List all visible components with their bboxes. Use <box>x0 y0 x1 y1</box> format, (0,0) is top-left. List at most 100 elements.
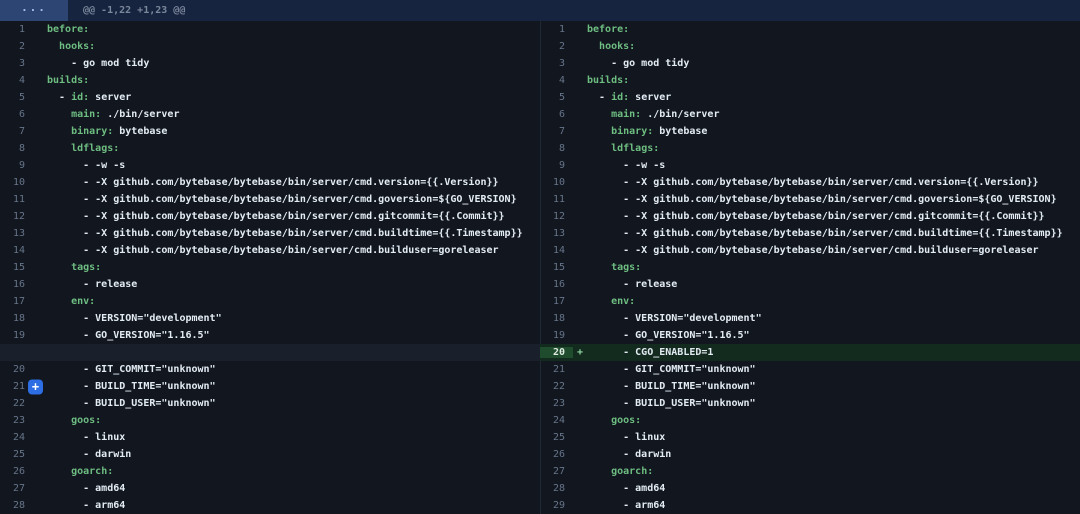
diff-row-old-26: 26 goarch: <box>0 463 540 480</box>
line-number[interactable]: 24 <box>0 432 33 443</box>
marker-cell <box>33 89 47 106</box>
marker-cell <box>33 446 47 463</box>
line-number[interactable]: 28 <box>540 483 573 494</box>
line-number[interactable]: 5 <box>0 92 33 103</box>
line-number[interactable]: 1 <box>0 24 33 35</box>
line-number[interactable]: 19 <box>540 330 573 341</box>
line-number[interactable]: 8 <box>540 143 573 154</box>
line-number[interactable]: 23 <box>540 398 573 409</box>
line-number[interactable]: 9 <box>540 160 573 171</box>
add-comment-button[interactable]: + <box>28 379 43 394</box>
line-number[interactable]: 5 <box>540 92 573 103</box>
line-number[interactable]: 3 <box>0 58 33 69</box>
code-line: goarch: <box>587 466 1080 477</box>
line-number[interactable]: 22 <box>540 381 573 392</box>
line-number[interactable]: 25 <box>0 449 33 460</box>
line-number[interactable]: 8 <box>0 143 33 154</box>
diff-row-new-8: 8 ldflags: <box>540 140 1080 157</box>
line-number[interactable]: 11 <box>540 194 573 205</box>
code-line: - -X github.com/bytebase/bytebase/bin/se… <box>587 194 1080 205</box>
line-number[interactable]: 27 <box>540 466 573 477</box>
line-number[interactable]: 3 <box>540 58 573 69</box>
code-line: - -X github.com/bytebase/bytebase/bin/se… <box>47 194 540 205</box>
marker-cell <box>33 191 47 208</box>
line-number[interactable]: 16 <box>0 279 33 290</box>
line-number[interactable]: 10 <box>0 177 33 188</box>
line-number[interactable]: 22 <box>0 398 33 409</box>
expand-hunk-button[interactable]: ... <box>0 0 68 21</box>
code-line: - arm64 <box>47 500 540 511</box>
marker-cell <box>573 395 587 412</box>
line-number[interactable]: 26 <box>540 449 573 460</box>
marker-cell <box>33 259 47 276</box>
marker-cell <box>33 480 47 497</box>
line-number[interactable]: 4 <box>540 75 573 86</box>
line-number[interactable]: 11 <box>0 194 33 205</box>
diff-row-new-22: 22 - BUILD_TIME="unknown" <box>540 378 1080 395</box>
marker-cell <box>573 106 587 123</box>
diff-row-old-27: 27 - amd64 <box>0 480 540 497</box>
code-line: - -w -s <box>47 160 540 171</box>
line-number[interactable]: 18 <box>540 313 573 324</box>
line-number[interactable]: 17 <box>540 296 573 307</box>
line-number[interactable]: 15 <box>540 262 573 273</box>
line-number[interactable]: 7 <box>0 126 33 137</box>
line-number[interactable]: 16 <box>540 279 573 290</box>
code-line: before: <box>587 24 1080 35</box>
marker-cell <box>33 72 47 89</box>
line-number[interactable]: 14 <box>0 245 33 256</box>
line-number[interactable]: 27 <box>0 483 33 494</box>
line-number[interactable]: 13 <box>540 228 573 239</box>
diff-row-new-9: 9 - -w -s <box>540 157 1080 174</box>
code-line: - go mod tidy <box>587 58 1080 69</box>
line-number[interactable]: 23 <box>0 415 33 426</box>
line-number[interactable]: 6 <box>540 109 573 120</box>
line-number[interactable]: 10 <box>540 177 573 188</box>
line-number[interactable]: 19 <box>0 330 33 341</box>
line-number[interactable]: 24 <box>540 415 573 426</box>
line-number[interactable]: 14 <box>540 245 573 256</box>
line-number[interactable]: 28 <box>0 500 33 511</box>
line-number[interactable]: 20 <box>540 347 573 358</box>
marker-cell <box>33 310 47 327</box>
diff-row-old-4: 4builds: <box>0 72 540 89</box>
marker-cell <box>33 395 47 412</box>
diff-row-old-2: 2 hooks: <box>0 38 540 55</box>
code-line: before: <box>47 24 540 35</box>
marker-cell <box>33 157 47 174</box>
line-number[interactable]: 29 <box>540 500 573 511</box>
marker-cell <box>573 310 587 327</box>
line-number[interactable]: 26 <box>0 466 33 477</box>
code-line: - BUILD_USER="unknown" <box>587 398 1080 409</box>
marker-cell <box>33 55 47 72</box>
line-number[interactable]: 4 <box>0 75 33 86</box>
diff-row-new-15: 15 tags: <box>540 259 1080 276</box>
diff-row-old-3: 3 - go mod tidy <box>0 55 540 72</box>
line-number[interactable]: 25 <box>540 432 573 443</box>
line-number[interactable]: 12 <box>540 211 573 222</box>
line-number[interactable]: 18 <box>0 313 33 324</box>
marker-cell <box>33 463 47 480</box>
line-number[interactable]: 7 <box>540 126 573 137</box>
line-number[interactable]: 6 <box>0 109 33 120</box>
diff-row-new-1: 1 before: <box>540 21 1080 38</box>
code-line: - -X github.com/bytebase/bytebase/bin/se… <box>587 177 1080 188</box>
code-line: - amd64 <box>587 483 1080 494</box>
marker-cell <box>33 123 47 140</box>
line-number[interactable]: 20 <box>0 364 33 375</box>
line-number[interactable]: 2 <box>540 41 573 52</box>
line-number[interactable]: 9 <box>0 160 33 171</box>
line-number[interactable]: 17 <box>0 296 33 307</box>
line-number[interactable]: 13 <box>0 228 33 239</box>
diff-row-new-18: 18 - VERSION="development" <box>540 310 1080 327</box>
line-number[interactable]: 2 <box>0 41 33 52</box>
diff-row-new-19: 19 - GO_VERSION="1.16.5" <box>540 327 1080 344</box>
diff-row-old-20: 20 - GIT_COMMIT="unknown" <box>0 361 540 378</box>
diff-row-new-23: 23 - BUILD_USER="unknown" <box>540 395 1080 412</box>
code-line: - -X github.com/bytebase/bytebase/bin/se… <box>587 245 1080 256</box>
marker-cell <box>33 106 47 123</box>
line-number[interactable]: 15 <box>0 262 33 273</box>
line-number[interactable]: 1 <box>540 24 573 35</box>
line-number[interactable]: 21 <box>540 364 573 375</box>
line-number[interactable]: 12 <box>0 211 33 222</box>
